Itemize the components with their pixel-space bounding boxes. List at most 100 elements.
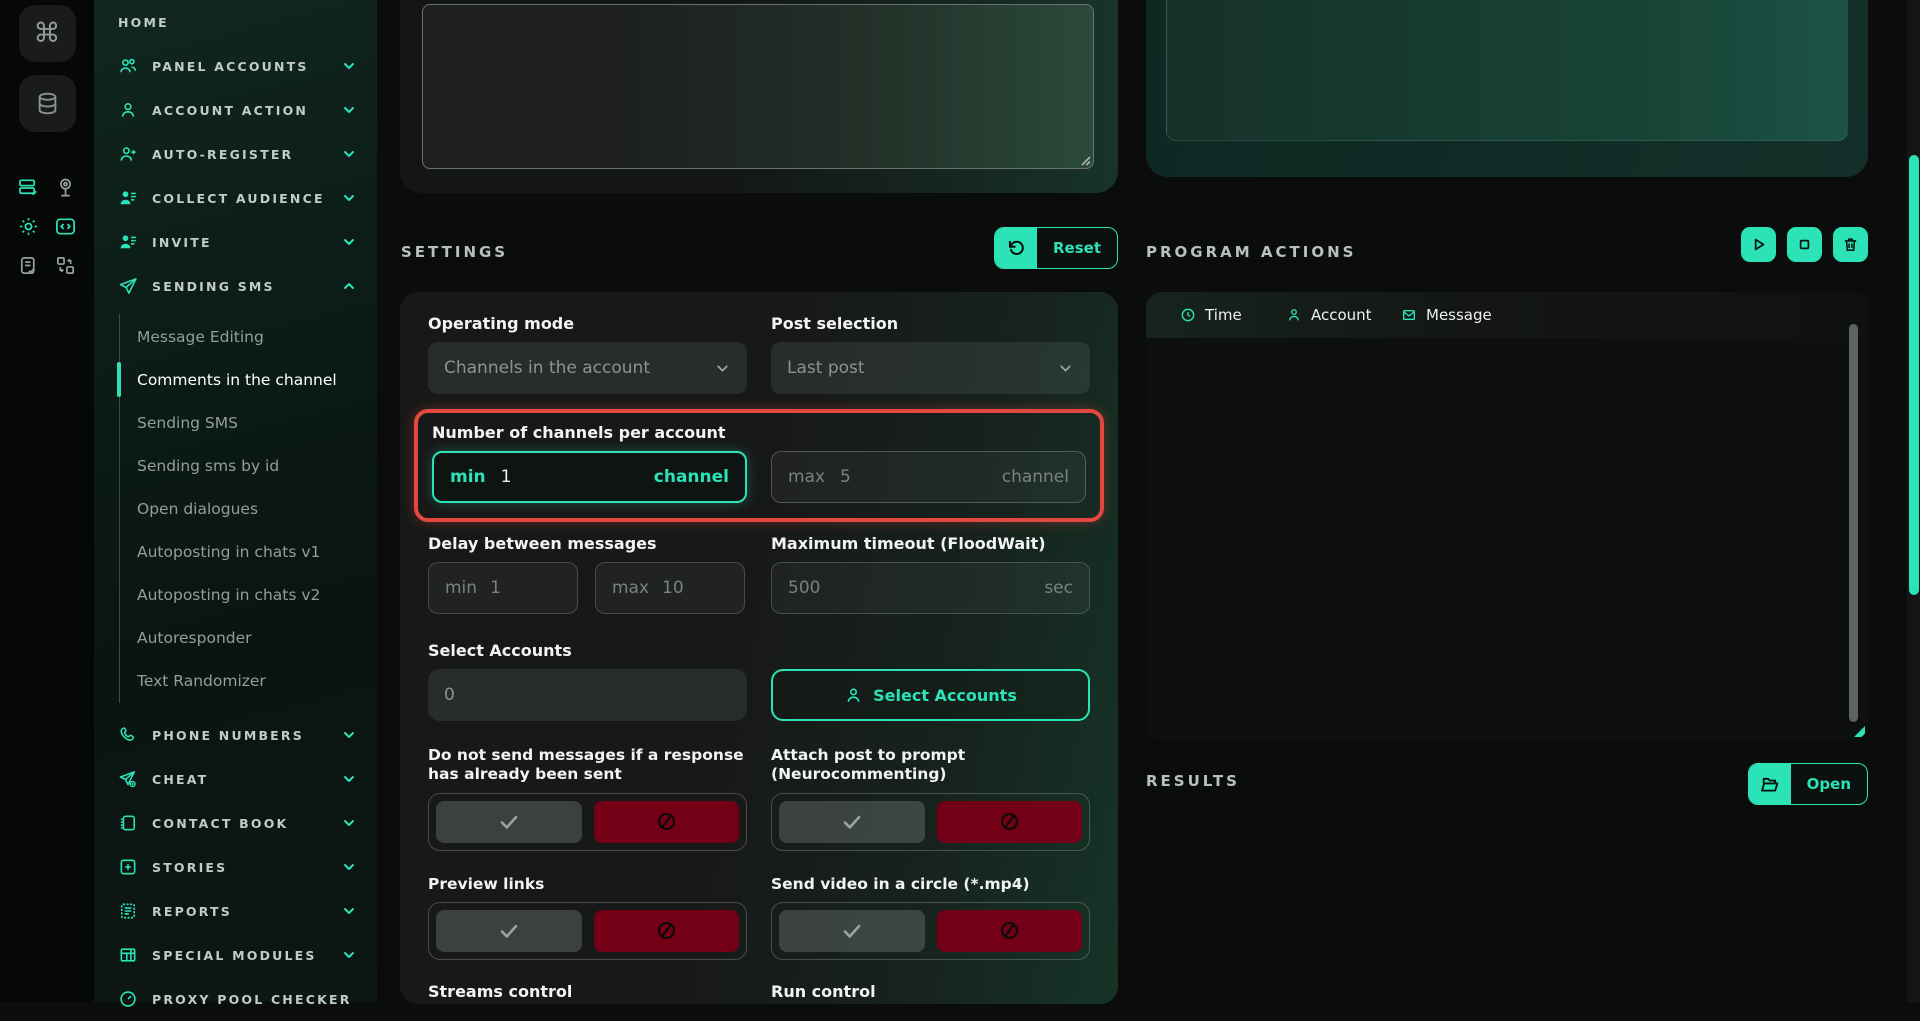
allow-option[interactable] (436, 910, 582, 952)
sidebar-item-collect-audience[interactable]: COLLECT AUDIENCE (94, 176, 377, 220)
paper-plane-plus-icon (118, 769, 138, 789)
column-header-message: Message (1401, 306, 1492, 324)
select-accounts-label: Select Accounts (428, 641, 747, 660)
submenu-item-autoposting-v2[interactable]: Autoposting in chats v2 (120, 573, 377, 616)
database-button[interactable] (19, 75, 76, 132)
play-icon (1750, 236, 1767, 253)
sidebar-item-panel-accounts[interactable]: PANEL ACCOUNTS (94, 44, 377, 88)
run-button[interactable] (1741, 227, 1776, 262)
sidebar-item-account-action[interactable]: ACCOUNT ACTION (94, 88, 377, 132)
min-channels-input[interactable]: min 1 channel (432, 451, 747, 503)
send-video-toggle (771, 902, 1090, 960)
operating-mode-select[interactable]: Channels in the account (428, 342, 747, 394)
sidebar-item-phone-numbers[interactable]: PHONE NUMBERS (94, 713, 377, 757)
program-actions-table: Time Account Message (1146, 292, 1868, 740)
chevron-down-icon (341, 815, 357, 831)
sending-sms-submenu: Message Editing Comments in the channel … (119, 314, 377, 703)
sidebar-item-label: PHONE NUMBERS (152, 728, 304, 743)
contact-book-icon (118, 813, 138, 833)
submenu-item-autoposting-v1[interactable]: Autoposting in chats v1 (120, 530, 377, 573)
sidebar-item-label: HOME (118, 15, 169, 30)
submenu-item-open-dialogues[interactable]: Open dialogues (120, 487, 377, 530)
user-icon (118, 100, 138, 120)
sidebar-item-contact-book[interactable]: CONTACT BOOK (94, 801, 377, 845)
sidebar-item-reports[interactable]: REPORTS (94, 889, 377, 933)
server-check-icon[interactable] (17, 176, 40, 199)
sidebar-item-stories[interactable]: STORIES (94, 845, 377, 889)
message-card (400, 0, 1118, 193)
clipboard-check-icon[interactable] (17, 254, 40, 277)
report-list-icon (118, 901, 138, 921)
chevron-down-icon (341, 58, 357, 74)
column-header-time: Time (1180, 306, 1286, 324)
open-button-label: Open (1791, 764, 1867, 804)
deny-option[interactable] (937, 910, 1083, 952)
block-icon (655, 810, 678, 833)
post-selection-select[interactable]: Last post (771, 342, 1090, 394)
gear-icon[interactable] (17, 215, 40, 238)
stop-button[interactable] (1787, 227, 1822, 262)
attach-post-toggle (771, 793, 1090, 851)
no-resend-label: Do not send messages if a response has a… (428, 746, 747, 784)
table-scrollbar[interactable] (1849, 324, 1858, 722)
select-accounts-button[interactable]: Select Accounts (771, 669, 1090, 721)
accounts-count-input[interactable]: 0 (428, 669, 747, 721)
sidebar-item-auto-register[interactable]: AUTO-REGISTER (94, 132, 377, 176)
delay-min-input[interactable]: min 1 (428, 562, 578, 614)
submenu-item-autoresponder[interactable]: Autoresponder (120, 616, 377, 659)
allow-option[interactable] (779, 910, 925, 952)
sidebar-item-label: CHEAT (152, 772, 208, 787)
allow-option[interactable] (779, 801, 925, 843)
deny-option[interactable] (594, 910, 740, 952)
chevron-down-icon (341, 102, 357, 118)
sidebar-item-special-modules[interactable]: SPECIAL MODULES (94, 933, 377, 977)
submenu-item-message-editing[interactable]: Message Editing (120, 315, 377, 358)
submenu-item-sending-sms-by-id[interactable]: Sending sms by id (120, 444, 377, 487)
send-video-label: Send video in a circle (*.mp4) (771, 875, 1090, 893)
user-list-icon (118, 232, 138, 252)
check-icon (839, 809, 865, 835)
chevron-down-icon (341, 859, 357, 875)
sidebar-item-label: SENDING SMS (152, 279, 275, 294)
program-action-buttons (1741, 227, 1868, 262)
submenu-item-text-randomizer[interactable]: Text Randomizer (120, 659, 377, 702)
reset-button[interactable]: Reset (994, 227, 1118, 269)
sidebar-item-sending-sms[interactable]: SENDING SMS (94, 264, 377, 308)
preview-card (1146, 0, 1868, 177)
allow-option[interactable] (436, 801, 582, 843)
table-resize-grip-icon[interactable] (1854, 726, 1865, 737)
delay-max-input[interactable]: max 10 (595, 562, 745, 614)
code-window-icon[interactable] (54, 215, 77, 238)
icon-rail: ⌘ (0, 0, 94, 1002)
preview-links-label: Preview links (428, 875, 747, 893)
open-results-button[interactable]: Open (1748, 763, 1868, 805)
deny-option[interactable] (937, 801, 1083, 843)
sidebar-item-cheat[interactable]: CHEAT (94, 757, 377, 801)
deny-option[interactable] (594, 801, 740, 843)
page-scrollbar-thumb[interactable] (1909, 155, 1919, 595)
gauge-icon (118, 989, 138, 1009)
chevron-down-icon (341, 771, 357, 787)
timeout-input[interactable]: 500 sec (771, 562, 1090, 614)
preview-links-toggle (428, 902, 747, 960)
no-resend-toggle (428, 793, 747, 851)
sidebar-item-proxy-pool-checker[interactable]: PROXY POOL CHECKER (94, 977, 377, 1021)
webcam-icon[interactable] (54, 176, 77, 199)
resize-grip-icon[interactable] (1078, 153, 1091, 166)
sidebar-item-invite[interactable]: INVITE (94, 220, 377, 264)
sidebar: HOME PANEL ACCOUNTS ACCOUNT ACTION (94, 0, 377, 1002)
sidebar-item-label: REPORTS (152, 904, 232, 919)
stop-icon (1796, 236, 1813, 253)
sidebar-item-label: PANEL ACCOUNTS (152, 59, 309, 74)
submenu-item-comments-in-the-channel[interactable]: Comments in the channel (120, 358, 377, 401)
swap-panels-icon[interactable] (54, 254, 77, 277)
chevron-down-icon (341, 903, 357, 919)
submenu-item-sending-sms[interactable]: Sending SMS (120, 401, 377, 444)
rotate-ccw-icon (995, 228, 1037, 268)
max-channels-input[interactable]: max 5 channel (771, 451, 1086, 503)
mail-icon (1401, 307, 1417, 323)
command-menu-button[interactable]: ⌘ (19, 5, 76, 62)
sidebar-item-home[interactable]: HOME (94, 0, 377, 44)
delete-button[interactable] (1833, 227, 1868, 262)
message-textarea[interactable] (422, 4, 1094, 169)
